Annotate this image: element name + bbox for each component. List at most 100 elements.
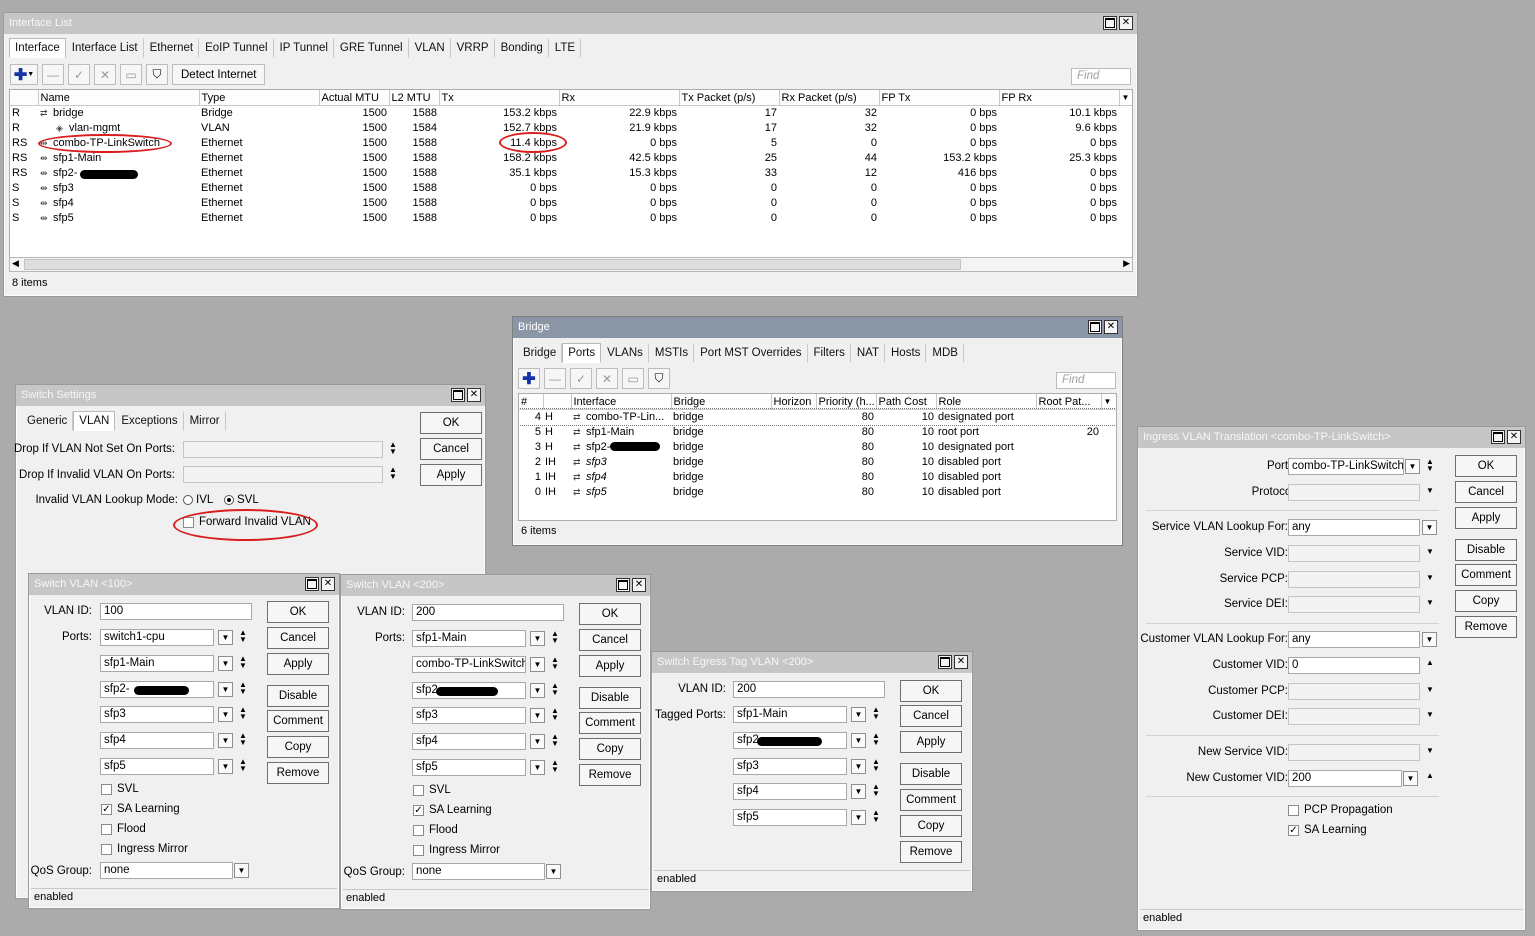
interface-window-titlebar[interactable]: Interface List ✕ (4, 13, 1137, 34)
dropdown-icon[interactable]: ▼ (851, 784, 866, 800)
sa-learning-checkbox[interactable]: ✓ SA Learning (413, 804, 492, 816)
table-row[interactable]: S ⇹ sfp3 Ethernet 1500 1588 0 bps 0 bps 0 0 0 bps 0… (10, 181, 1132, 196)
maximize-icon[interactable] (451, 388, 465, 402)
dropdown-icon[interactable]: ▼ (530, 631, 545, 646)
pcp-propagation-checkbox[interactable]: PCP Propagation (1288, 804, 1393, 816)
table-row[interactable]: 4 H ⇄ combo-TP-Lin... bridge 80 10 designated p… (519, 408, 1116, 426)
updown-icon[interactable]: ▲ ▼ (871, 731, 881, 749)
copy-button[interactable]: Copy (267, 736, 329, 758)
dropdown-icon[interactable]: ▼ (218, 630, 233, 645)
cancel-button[interactable]: Cancel (579, 629, 641, 651)
dropdown-icon[interactable]: ▼ (218, 681, 233, 697)
ok-button[interactable]: OK (267, 601, 329, 623)
updown-icon[interactable]: ▲ ▼ (238, 654, 248, 672)
close-icon[interactable]: ✕ (1119, 16, 1133, 30)
table-row[interactable]: 5 H ⇄ sfp1-Main bridge 80 10 root port 20 (519, 425, 1116, 440)
dropdown-icon[interactable]: ▼ (851, 758, 866, 774)
apply-button[interactable]: Apply (1455, 507, 1517, 529)
updown-icon[interactable]: ▲ ▼ (550, 759, 560, 776)
detect-internet-button[interactable]: Detect Internet (172, 64, 266, 85)
dropdown-icon[interactable]: ▼ (530, 708, 545, 724)
col-rx[interactable]: Rx (559, 90, 680, 106)
svc-vid-input[interactable] (1288, 545, 1420, 562)
new-cust-vid-input[interactable]: 200 (1288, 770, 1402, 787)
maximize-icon[interactable] (305, 577, 319, 591)
apply-button[interactable]: Apply (579, 655, 641, 677)
port-select[interactable]: sfp1-Main (100, 654, 214, 672)
comment-button[interactable]: Comment (900, 789, 962, 811)
copy-button[interactable]: Copy (900, 815, 962, 837)
tab-mdb[interactable]: MDB (926, 343, 964, 363)
dropdown-icon[interactable]: ▼ (851, 707, 866, 722)
dropdown-icon[interactable]: ▼ (530, 734, 545, 750)
ivl-radio[interactable]: IVL (183, 494, 213, 506)
dropdown-icon[interactable]: ▼ (218, 733, 233, 749)
filter-icon[interactable]: ⛉ (146, 64, 168, 85)
apply-button[interactable]: Apply (267, 653, 329, 675)
svl-checkbox[interactable]: SVL (413, 784, 451, 796)
updown-icon[interactable]: ▲ ▼ (238, 732, 248, 749)
new-svc-vid-input[interactable] (1288, 744, 1420, 761)
col-priority[interactable]: Priority (h... (816, 394, 877, 410)
ok-button[interactable]: OK (420, 412, 482, 434)
port-select[interactable]: sfp4 (100, 732, 214, 750)
table-row[interactable]: R ◈ vlan-mgmt VLAN 1500 1584 152.7 kbps 21.9 kb… (10, 121, 1132, 136)
table-row[interactable]: 3 H ⇄ sfp2- bridge 80 10 designated port (519, 440, 1116, 455)
close-icon[interactable]: ✕ (1507, 430, 1521, 444)
add-icon[interactable]: ✚ ▼ (10, 64, 38, 85)
sa-learning-checkbox[interactable]: ✓ SA Learning (1288, 824, 1367, 836)
comment-button[interactable]: Comment (579, 712, 641, 734)
tab-exceptions[interactable]: Exceptions (115, 411, 184, 431)
col-tx-packet[interactable]: Tx Packet (p/s) (679, 90, 780, 106)
dropdown-icon[interactable]: ▼ (1425, 574, 1435, 591)
dropdown-icon[interactable]: ▼ (1422, 632, 1437, 647)
tab-nat[interactable]: NAT (851, 343, 885, 363)
col-path-cost[interactable]: Path Cost (876, 394, 937, 410)
filter-icon[interactable]: ⛉ (648, 368, 670, 389)
maximize-icon[interactable] (1088, 320, 1102, 334)
updown-icon[interactable]: ▲ ▼ (388, 466, 398, 483)
dropdown-icon[interactable]: ▼ (530, 760, 545, 775)
egress-titlebar[interactable]: Switch Egress Tag VLAN <200> ✕ (652, 652, 972, 673)
comment-icon[interactable]: ▭ (622, 368, 644, 389)
ok-button[interactable]: OK (900, 680, 962, 702)
copy-button[interactable]: Copy (1455, 590, 1517, 612)
port-select[interactable]: sfp1-Main (733, 706, 847, 723)
tab-eoip-tunnel[interactable]: EoIP Tunnel (199, 38, 274, 58)
port-select[interactable]: sfp5 (412, 759, 526, 776)
port-select[interactable]: sfp3 (733, 757, 847, 775)
close-icon[interactable]: ✕ (954, 655, 968, 669)
tab-port-mst-overrides[interactable]: Port MST Overrides (694, 343, 808, 363)
disable-button[interactable]: Disable (267, 685, 329, 707)
close-icon[interactable]: ✕ (467, 388, 481, 402)
scroll-thumb[interactable] (24, 259, 961, 270)
updown-icon[interactable]: ▲ ▼ (550, 630, 560, 647)
svl-checkbox[interactable]: SVL (101, 783, 139, 795)
drop-not-set-input[interactable] (183, 441, 383, 458)
ok-button[interactable]: OK (1455, 455, 1517, 477)
col-fp-tx[interactable]: FP Tx (879, 90, 1000, 106)
switch-settings-titlebar[interactable]: Switch Settings ✕ (16, 385, 485, 406)
table-row[interactable]: 2 IH ⇄ sfp3 bridge 80 10 disabled port (519, 455, 1116, 470)
dropdown-icon[interactable]: ▼ (1425, 747, 1435, 764)
maximize-icon[interactable] (616, 578, 630, 592)
updown-icon[interactable]: ▲ ▼ (1425, 458, 1435, 475)
table-row[interactable]: 0 IH ⇄ sfp5 bridge 80 10 disabled port (519, 485, 1116, 500)
cancel-button[interactable]: Cancel (1455, 481, 1517, 503)
tab-interface-list[interactable]: Interface List (66, 38, 144, 58)
updown-icon[interactable]: ▲ ▼ (238, 629, 248, 646)
updown-icon[interactable]: ▲ ▼ (238, 706, 248, 723)
dropdown-icon[interactable]: ▼ (218, 759, 233, 774)
disable-button[interactable]: Disable (1455, 539, 1517, 561)
remove-icon[interactable]: — (544, 368, 566, 389)
ingress-mirror-checkbox[interactable]: Ingress Mirror (413, 844, 500, 856)
updown-icon[interactable]: ▲ ▼ (550, 655, 560, 673)
remove-button[interactable]: Remove (267, 762, 329, 784)
ingress-titlebar[interactable]: Ingress VLAN Translation <combo-TP-LinkS… (1138, 427, 1525, 448)
svl-radio[interactable]: SVL (224, 494, 259, 506)
col-type[interactable]: Type (199, 90, 320, 106)
up-icon[interactable]: ▲ (1425, 659, 1435, 676)
tab-vrrp[interactable]: VRRP (451, 38, 495, 58)
flood-checkbox[interactable]: Flood (413, 824, 458, 836)
vlan200-titlebar[interactable]: Switch VLAN <200> ✕ (341, 575, 650, 596)
